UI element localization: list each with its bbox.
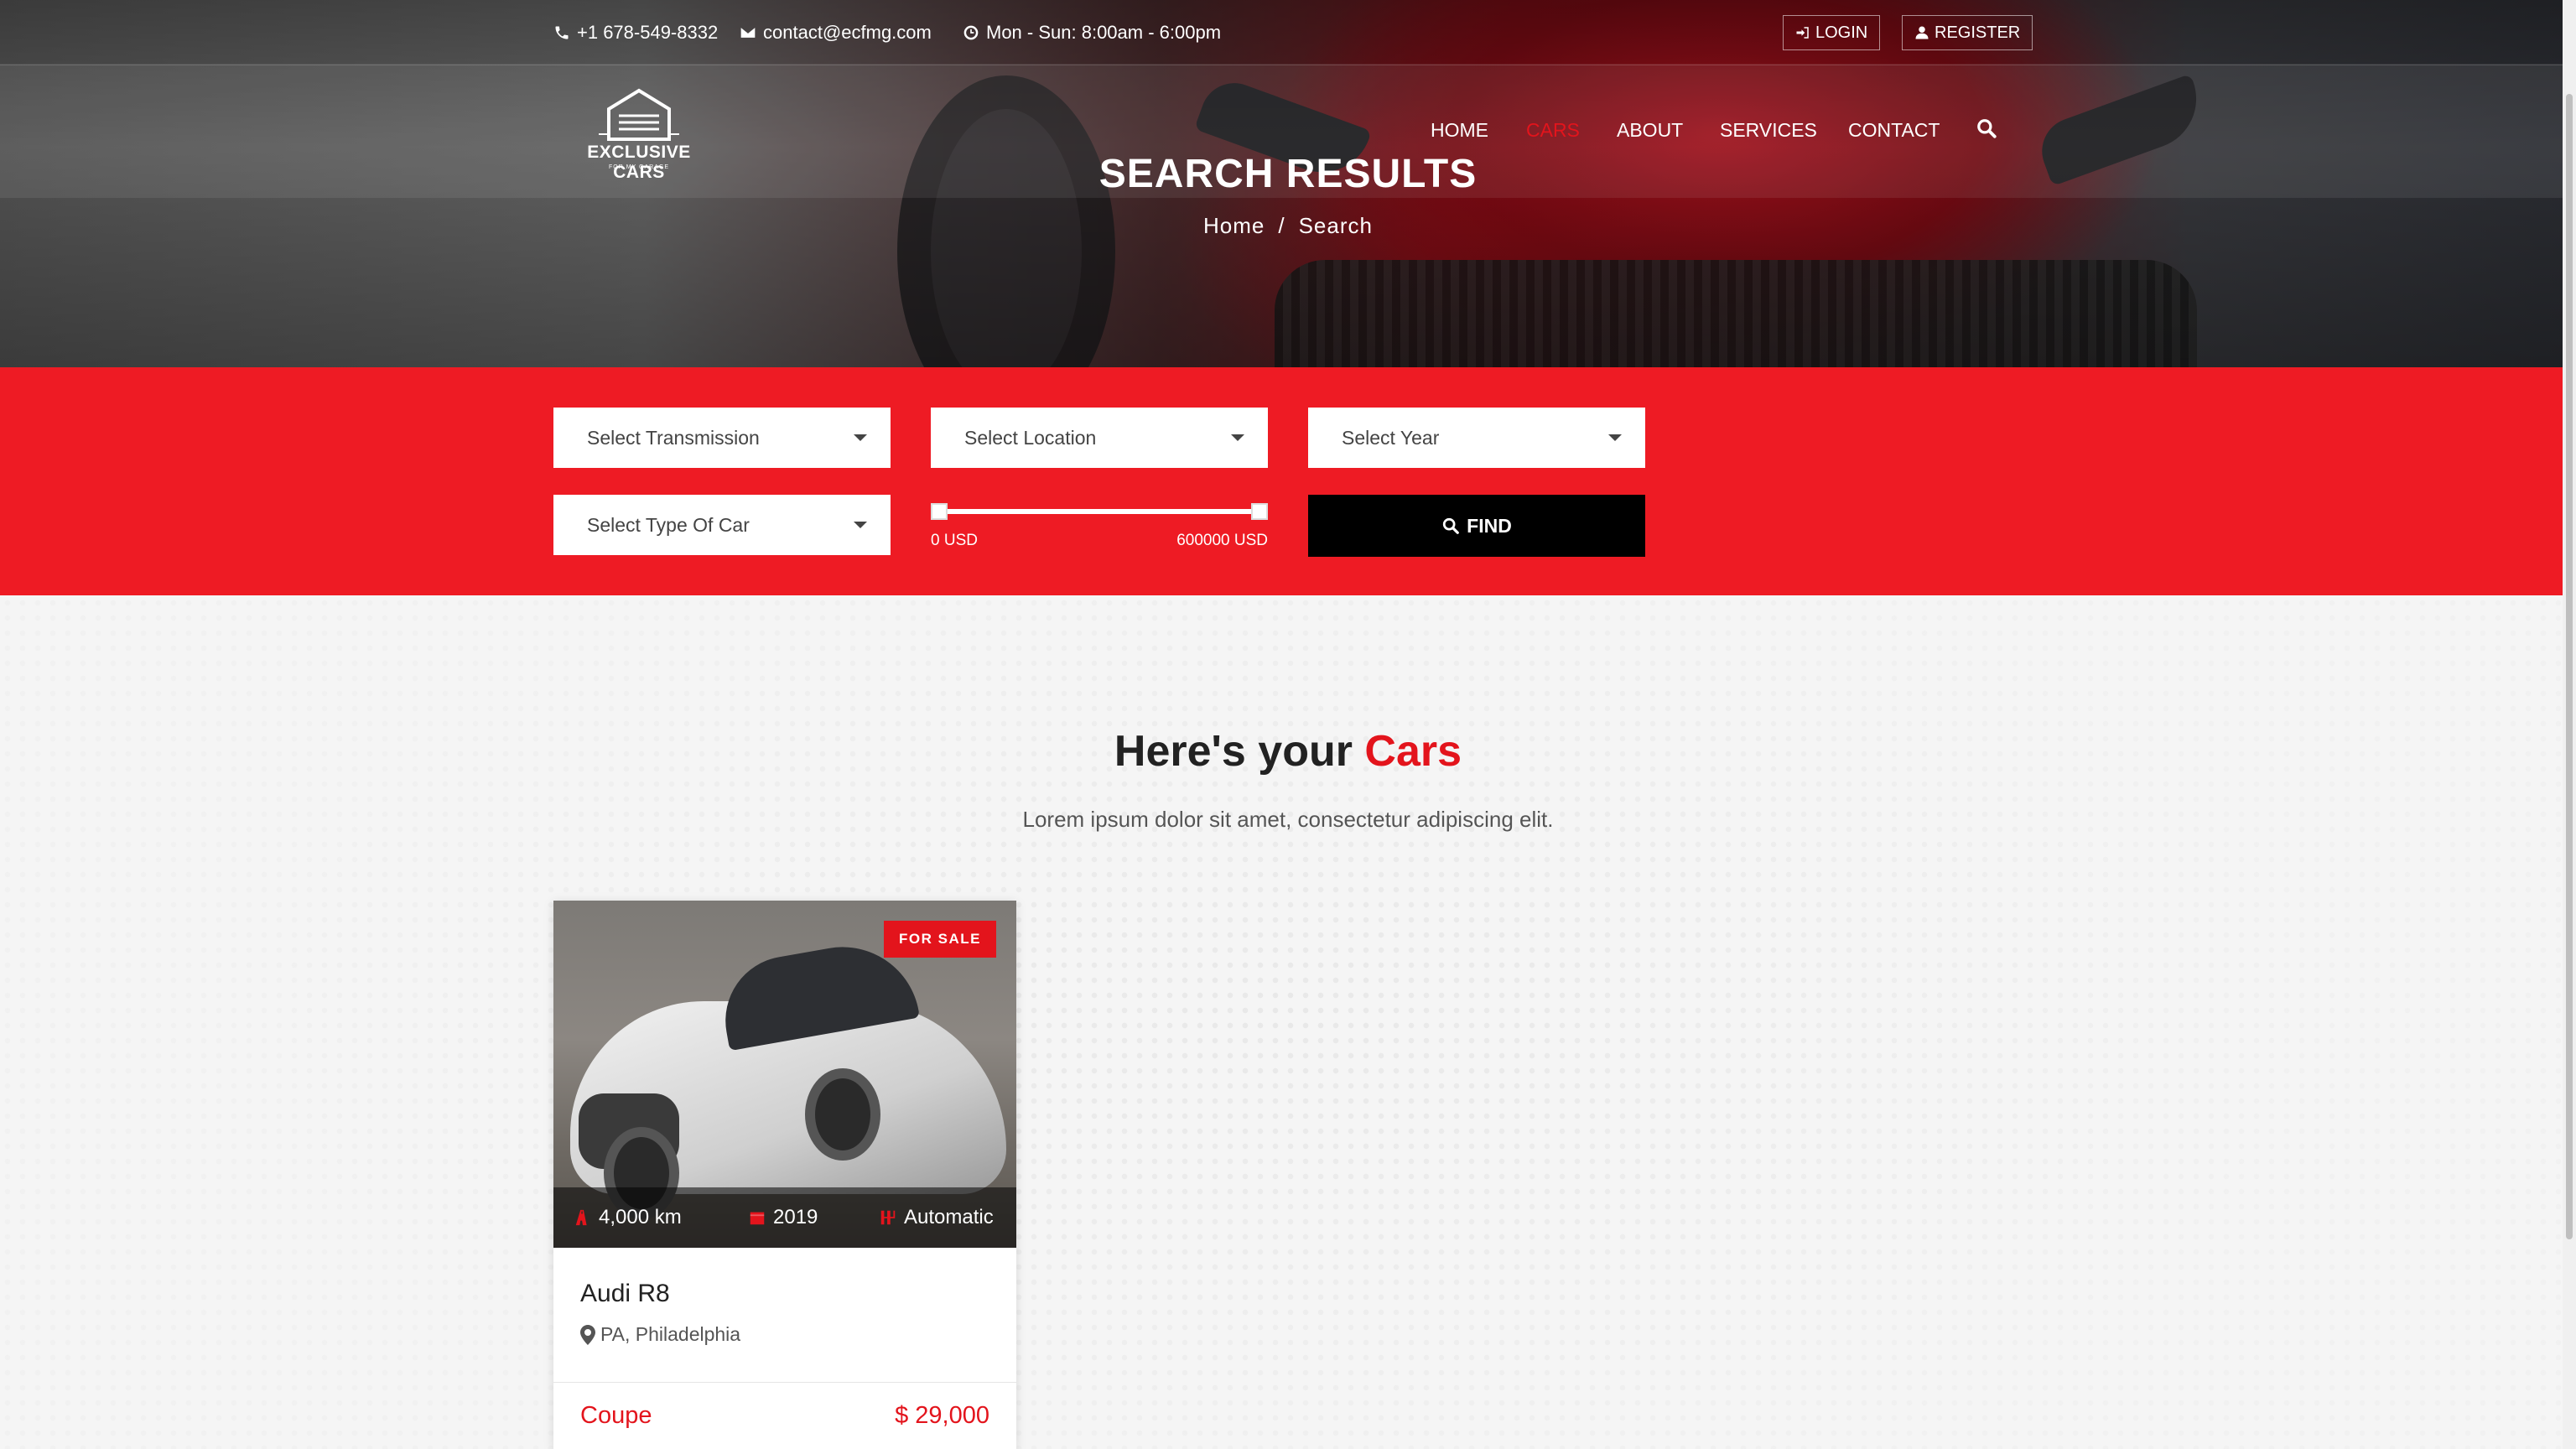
- find-button-label: FIND: [1467, 514, 1512, 537]
- nav-cars[interactable]: CARS: [1526, 119, 1580, 142]
- breadcrumb: Home / Search: [0, 213, 2576, 239]
- email-address: contact@ecfmg.com: [763, 22, 932, 43]
- price-range-slider[interactable]: 0 USD 600000 USD: [931, 503, 1268, 555]
- caret-down-icon: [1231, 434, 1244, 441]
- location-select[interactable]: Select Location: [931, 408, 1268, 468]
- search-icon[interactable]: [1976, 117, 1997, 139]
- caret-down-icon: [854, 522, 867, 528]
- car-price: $ 29,000: [895, 1402, 989, 1429]
- caret-down-icon: [1608, 434, 1622, 441]
- card-divider: [553, 1382, 1016, 1383]
- clock-icon: [963, 25, 979, 40]
- hours-info: Mon - Sun: 8:00am - 6:00pm: [963, 22, 1221, 44]
- nav-services[interactable]: SERVICES: [1720, 119, 1817, 142]
- phone-number: +1 678-549-8332: [577, 22, 719, 43]
- year-select-label: Select Year: [1342, 426, 1440, 449]
- email-info[interactable]: contact@ecfmg.com: [740, 22, 932, 44]
- register-label: REGISTER: [1935, 23, 2021, 42]
- search-filter-bar: [0, 367, 2576, 595]
- results-subtitle: Lorem ipsum dolor sit amet, consectetur …: [1022, 807, 1554, 832]
- location-select-label: Select Location: [964, 426, 1097, 449]
- map-marker-icon: [580, 1324, 595, 1345]
- car-stats-bar: 4,000 km 2019 Automatic: [553, 1187, 1016, 1248]
- results-heading: Here's your Cars: [0, 726, 2576, 776]
- car-location-text: PA, Philadelphia: [600, 1323, 741, 1345]
- car-card[interactable]: FOR SALE 4,000 km 2019 Automatic Audi R8…: [553, 901, 1016, 1449]
- price-max-label: 600000 USD: [1176, 532, 1268, 549]
- breadcrumb-separator: /: [1278, 213, 1285, 238]
- login-label: LOGIN: [1815, 23, 1868, 42]
- price-range-min-handle[interactable]: [931, 503, 948, 520]
- user-icon: [1915, 26, 1929, 39]
- garage-logo-icon: [599, 88, 679, 141]
- calendar-icon: [750, 1209, 765, 1225]
- mileage-stat: 4,000 km: [574, 1206, 682, 1229]
- gearbox-icon: [880, 1210, 896, 1225]
- business-hours: Mon - Sun: 8:00am - 6:00pm: [986, 22, 1222, 43]
- car-body-type: Coupe: [580, 1402, 652, 1429]
- register-button[interactable]: REGISTER: [1902, 15, 2033, 50]
- breadcrumb-home[interactable]: Home: [1203, 213, 1265, 238]
- transmission-stat: Automatic: [879, 1206, 994, 1229]
- price-min-label: 0 USD: [931, 532, 978, 549]
- mileage-value: 4,000 km: [599, 1206, 682, 1228]
- year-stat: 2019: [748, 1206, 818, 1229]
- scrollbar-thumb[interactable]: [2566, 94, 2573, 1239]
- car-location: PA, Philadelphia: [580, 1323, 740, 1346]
- world-map-background: [0, 595, 2576, 1449]
- caret-down-icon: [854, 434, 867, 441]
- search-icon: [1442, 517, 1460, 534]
- car-wheel-rear: [805, 1068, 880, 1161]
- transmission-select[interactable]: Select Transmission: [553, 408, 891, 468]
- nav-about[interactable]: ABOUT: [1617, 119, 1683, 142]
- price-range-track[interactable]: [931, 509, 1268, 514]
- login-button[interactable]: LOGIN: [1783, 15, 1881, 50]
- find-button[interactable]: FIND: [1308, 495, 1645, 557]
- phone-icon: [555, 26, 569, 39]
- year-select[interactable]: Select Year: [1308, 408, 1645, 468]
- envelope-icon: [740, 28, 756, 38]
- price-range-max-handle[interactable]: [1251, 503, 1268, 520]
- results-section: [0, 595, 2576, 1449]
- car-name[interactable]: Audi R8: [580, 1280, 670, 1308]
- car-image[interactable]: FOR SALE 4,000 km 2019 Automatic: [553, 901, 1016, 1248]
- breadcrumb-current: Search: [1298, 213, 1373, 238]
- nav-home[interactable]: HOME: [1431, 119, 1488, 142]
- transmission-select-label: Select Transmission: [587, 426, 760, 449]
- car-type-select-label: Select Type Of Car: [587, 513, 750, 536]
- sign-in-icon: [1796, 27, 1809, 39]
- top-info-bar: +1 678-549-8332 contact@ecfmg.com Mon - …: [0, 0, 2576, 65]
- for-sale-badge: FOR SALE: [884, 921, 996, 958]
- year-value: 2019: [773, 1206, 818, 1228]
- car-type-select[interactable]: Select Type Of Car: [553, 495, 891, 555]
- page-title: SEARCH RESULTS: [1098, 152, 1478, 196]
- results-heading-prefix: Here's your: [1114, 727, 1353, 776]
- road-icon: [575, 1209, 587, 1226]
- nav-contact[interactable]: CONTACT: [1848, 119, 1940, 142]
- results-heading-accent: Cars: [1364, 727, 1462, 776]
- transmission-value: Automatic: [904, 1206, 994, 1228]
- phone-info[interactable]: +1 678-549-8332: [553, 22, 718, 44]
